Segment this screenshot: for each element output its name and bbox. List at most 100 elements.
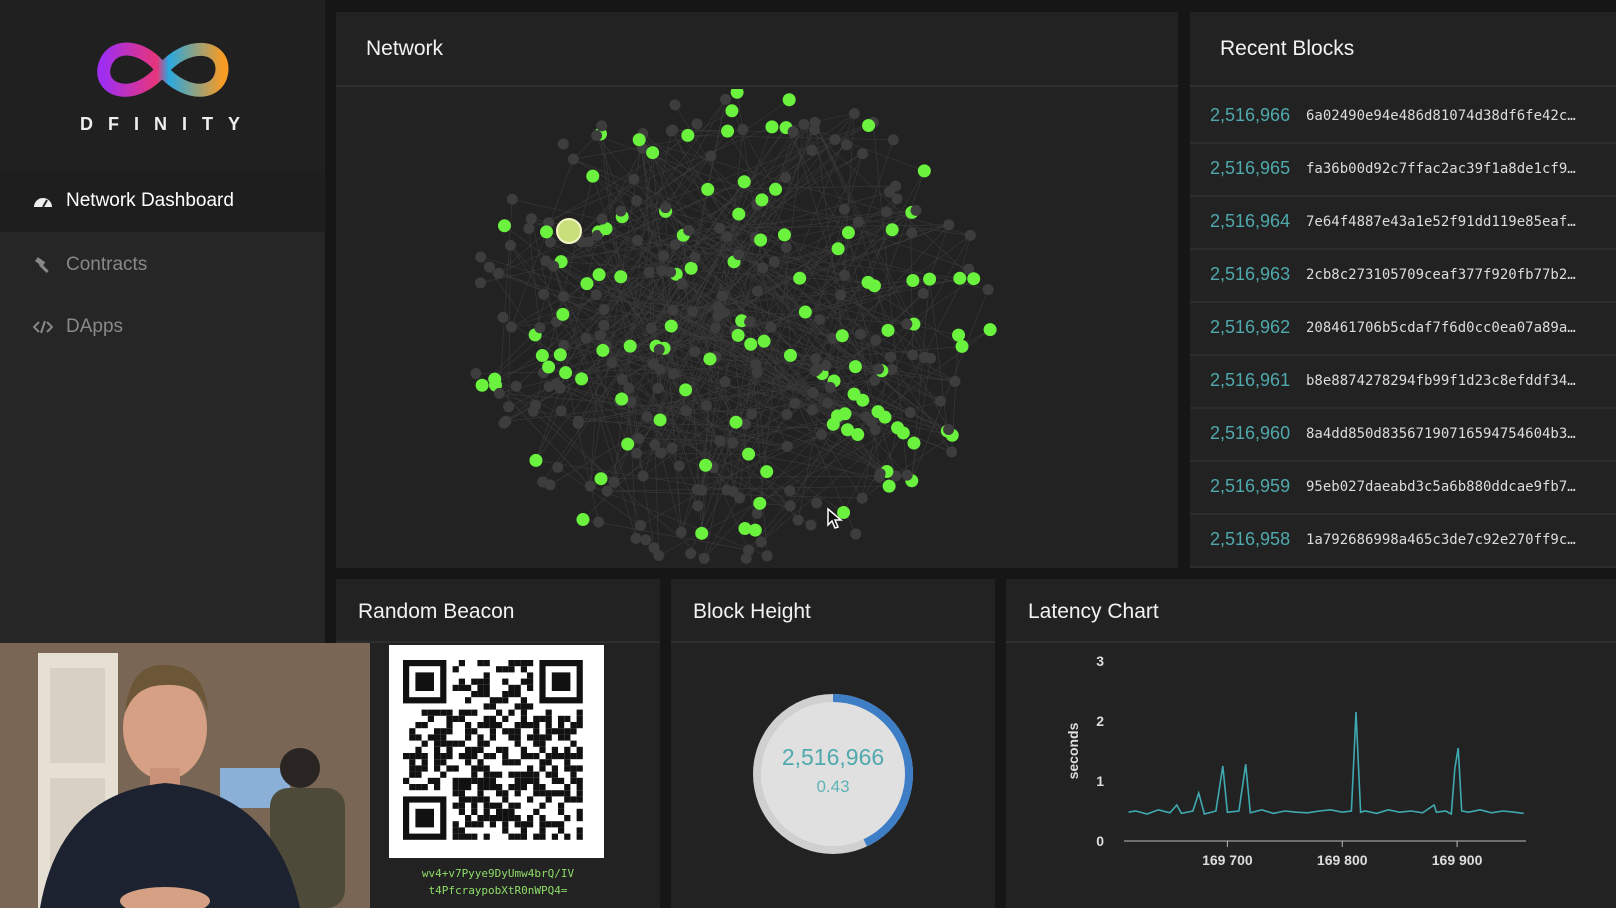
network-node[interactable]: [685, 547, 697, 559]
active-node[interactable]: [703, 352, 717, 366]
network-node[interactable]: [596, 213, 608, 225]
active-node[interactable]: [684, 261, 698, 275]
network-node[interactable]: [525, 213, 537, 225]
network-node[interactable]: [698, 552, 710, 564]
network-node[interactable]: [687, 305, 699, 317]
recent-blocks-list[interactable]: 2,516,966 6a02490e94e486d81074d38df6fe42c…: [1190, 89, 1616, 568]
block-height-link[interactable]: 2,516,958: [1210, 529, 1306, 550]
active-node[interactable]: [725, 104, 739, 118]
network-node[interactable]: [721, 231, 733, 243]
active-node[interactable]: [753, 496, 767, 510]
network-node[interactable]: [714, 435, 726, 447]
active-node[interactable]: [923, 272, 937, 286]
network-node[interactable]: [872, 363, 884, 375]
block-height-link[interactable]: 2,516,965: [1210, 158, 1306, 179]
network-node[interactable]: [691, 118, 703, 130]
active-node[interactable]: [621, 437, 635, 451]
network-node[interactable]: [884, 186, 896, 198]
network-node[interactable]: [712, 310, 724, 322]
active-node[interactable]: [967, 272, 981, 286]
network-node[interactable]: [822, 397, 834, 409]
block-row[interactable]: 2,516,959 95eb027daeabd3c5a6b880ddcae9fb7…: [1190, 460, 1616, 515]
active-node[interactable]: [594, 472, 608, 486]
active-node[interactable]: [777, 228, 791, 242]
network-node[interactable]: [901, 318, 913, 330]
block-row[interactable]: 2,516,963 2cb8c273105709ceaf377f920fb77b2…: [1190, 248, 1616, 303]
network-node[interactable]: [649, 439, 661, 451]
active-node[interactable]: [782, 93, 796, 107]
network-node[interactable]: [475, 277, 487, 289]
network-node[interactable]: [943, 219, 955, 231]
network-node[interactable]: [593, 516, 605, 528]
network-node[interactable]: [683, 224, 695, 236]
network-node[interactable]: [656, 265, 668, 277]
network-node[interactable]: [470, 368, 482, 380]
active-node[interactable]: [953, 271, 967, 285]
network-node[interactable]: [555, 405, 567, 417]
network-node[interactable]: [493, 387, 505, 399]
network-node[interactable]: [645, 322, 657, 334]
network-node[interactable]: [505, 321, 517, 333]
network-graph[interactable]: [336, 89, 1178, 568]
active-node[interactable]: [769, 182, 783, 196]
network-node[interactable]: [750, 359, 762, 371]
active-node[interactable]: [679, 383, 693, 397]
network-node[interactable]: [653, 344, 665, 356]
block-row[interactable]: 2,516,962 208461706b5cdaf7f6d0cc0ea07a89a…: [1190, 301, 1616, 356]
active-node[interactable]: [885, 223, 899, 237]
network-node[interactable]: [780, 172, 792, 184]
block-row[interactable]: 2,516,958 1a792686998a465c3de7c92e270ff9c…: [1190, 513, 1616, 568]
network-node[interactable]: [787, 126, 799, 138]
block-row[interactable]: 2,516,966 6a02490e94e486d81074d38df6fe42c…: [1190, 89, 1616, 144]
active-node[interactable]: [841, 226, 855, 240]
network-node[interactable]: [572, 415, 584, 427]
network-node[interactable]: [918, 351, 930, 363]
network-node[interactable]: [608, 476, 620, 488]
network-node[interactable]: [982, 284, 994, 296]
network-node[interactable]: [943, 423, 955, 435]
active-node[interactable]: [623, 339, 637, 353]
network-node[interactable]: [527, 405, 539, 417]
network-node[interactable]: [854, 328, 866, 340]
network-node[interactable]: [475, 251, 487, 263]
network-node[interactable]: [866, 416, 878, 428]
network-node[interactable]: [757, 262, 769, 274]
network-node[interactable]: [716, 290, 728, 302]
network-node[interactable]: [737, 124, 749, 136]
network-node[interactable]: [805, 519, 817, 531]
network-node[interactable]: [503, 401, 515, 413]
network-node[interactable]: [841, 139, 853, 151]
network-node[interactable]: [680, 405, 692, 417]
network-node[interactable]: [640, 534, 652, 546]
network-node[interactable]: [733, 249, 745, 261]
network-node[interactable]: [675, 526, 687, 538]
network-node[interactable]: [631, 195, 643, 207]
active-node[interactable]: [882, 479, 896, 493]
network-node[interactable]: [746, 408, 758, 420]
network-node[interactable]: [660, 202, 672, 214]
active-node[interactable]: [695, 526, 709, 540]
block-height-link[interactable]: 2,516,962: [1210, 317, 1306, 338]
network-node[interactable]: [606, 357, 618, 369]
active-node[interactable]: [553, 348, 567, 362]
active-node[interactable]: [488, 372, 502, 386]
network-node[interactable]: [667, 304, 679, 316]
active-node[interactable]: [721, 124, 735, 138]
network-node[interactable]: [809, 116, 821, 128]
network-node[interactable]: [689, 251, 701, 263]
network-node[interactable]: [580, 332, 592, 344]
network-node[interactable]: [870, 334, 882, 346]
active-node[interactable]: [729, 415, 743, 429]
sidebar-item-dapps[interactable]: DApps: [0, 296, 325, 358]
network-node[interactable]: [643, 266, 655, 278]
active-node[interactable]: [615, 392, 629, 406]
active-node[interactable]: [856, 393, 870, 407]
network-node[interactable]: [714, 222, 726, 234]
network-node[interactable]: [814, 314, 826, 326]
network-node[interactable]: [668, 368, 680, 380]
block-height-link[interactable]: 2,516,963: [1210, 264, 1306, 285]
active-node[interactable]: [907, 436, 921, 450]
network-node[interactable]: [934, 395, 946, 407]
active-node[interactable]: [765, 120, 779, 134]
block-height-link[interactable]: 2,516,960: [1210, 423, 1306, 444]
